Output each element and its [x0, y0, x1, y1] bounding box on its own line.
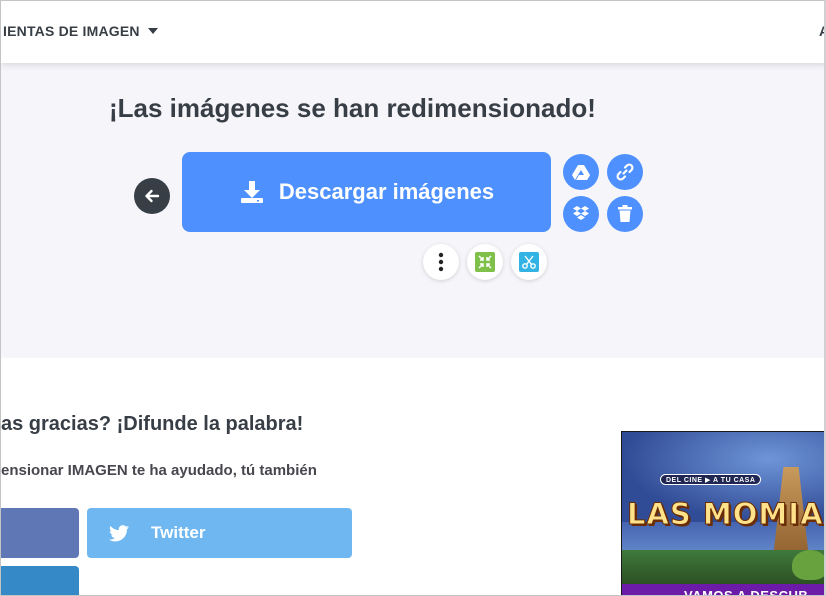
tools-menu-label: IENTAS DE IMAGEN	[3, 23, 140, 39]
twitter-icon	[109, 524, 129, 541]
page-title: ¡Las imágenes se han redimensionado!	[109, 93, 596, 123]
ad-badge: DEL CINE ▶ A TU CASA	[660, 474, 762, 485]
google-drive-icon	[572, 165, 590, 180]
advertisement-banner[interactable]: DEL CINE ▶ A TU CASA LAS MOMIAS VAMOS A …	[621, 431, 826, 595]
tools-menu[interactable]: IENTAS DE IMAGEN	[3, 23, 158, 39]
more-options-button[interactable]	[423, 244, 459, 280]
more-vertical-icon	[438, 252, 444, 272]
ad-character-image	[792, 550, 824, 580]
twitter-share-button[interactable]: Twitter	[87, 508, 352, 558]
delete-button[interactable]	[607, 196, 643, 232]
dropbox-icon	[573, 206, 589, 220]
linkedin-share-button[interactable]	[1, 566, 79, 595]
copy-link-button[interactable]	[607, 154, 643, 190]
navbar-right-item[interactable]: A	[819, 23, 824, 39]
chevron-down-icon	[147, 28, 158, 34]
save-to-google-drive-button[interactable]	[563, 154, 599, 190]
ad-bottom-strip: VAMOS A DESCUB	[622, 584, 824, 595]
scissors-icon	[519, 252, 539, 272]
save-to-dropbox-button[interactable]	[563, 196, 599, 232]
top-navbar: IENTAS DE IMAGEN A	[1, 1, 824, 63]
facebook-share-button[interactable]	[1, 508, 79, 558]
compress-icon	[475, 252, 495, 272]
back-button[interactable]	[134, 178, 170, 214]
twitter-label: Twitter	[151, 523, 206, 542]
crop-image-button[interactable]	[511, 244, 547, 280]
trash-icon	[618, 205, 632, 222]
result-section: ¡Las imágenes se han redimensionado! Des…	[1, 63, 824, 358]
download-label: Descargar imágenes	[278, 179, 495, 204]
arrow-left-icon	[145, 189, 160, 203]
share-heading: as gracias? ¡Difunde la palabra!	[1, 413, 304, 435]
page: IENTAS DE IMAGEN A ¡Las imágenes se han …	[0, 0, 826, 596]
compress-image-button[interactable]	[467, 244, 503, 280]
download-icon	[240, 181, 263, 203]
link-icon	[616, 163, 634, 181]
share-subheading: ensionar IMAGEN te ha ayudado, tú tambié…	[1, 462, 317, 479]
download-images-button[interactable]: Descargar imágenes	[182, 152, 551, 232]
ad-title: LAS MOMIAS	[626, 497, 826, 532]
